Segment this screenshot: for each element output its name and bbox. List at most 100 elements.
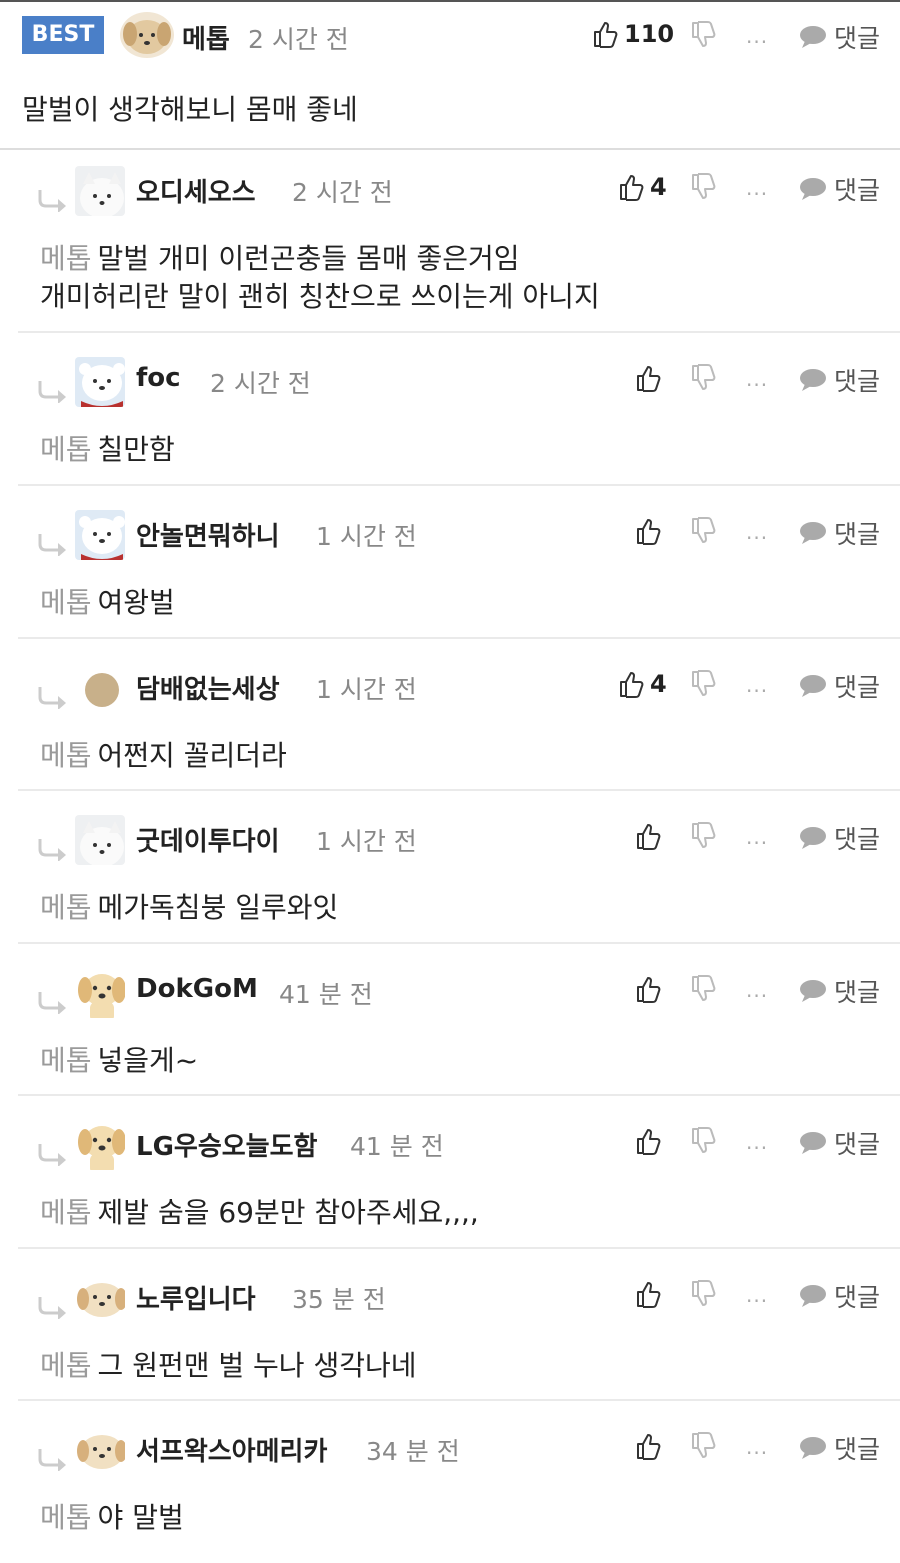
thumbs-down-icon [692,364,716,390]
more-options-icon[interactable]: ··· [746,1136,768,1160]
speech-bubble-icon [800,827,826,849]
comment-time: 1 시간 전 [316,522,417,551]
comment-author[interactable]: 서프왁스아메리카 [136,1431,327,1468]
comment-body: 메톱 제발 숨을 69분만 참아주세요,,,, [40,1194,479,1232]
avatar[interactable] [75,166,125,216]
like-button[interactable]: 4 [618,172,667,202]
reply-button[interactable]: 댓글 [798,820,880,856]
more-options-icon[interactable]: ··· [746,373,768,397]
divider [18,1247,900,1249]
reply-arrow-icon [38,1297,66,1319]
dislike-button[interactable] [690,1127,716,1159]
more-options-icon[interactable]: ··· [746,526,768,550]
dislike-button[interactable] [690,822,716,854]
like-button[interactable] [635,1126,667,1156]
like-button[interactable] [635,363,667,393]
comment-body: 메톱 야 말벌 [40,1499,184,1537]
comment-author[interactable]: 담배없는세상 [136,669,280,706]
puppy-face-avatar-icon [75,1425,125,1475]
mention[interactable]: 메톱 [40,1196,92,1229]
more-options-icon[interactable]: ··· [746,831,768,855]
avatar[interactable] [75,968,125,1018]
comment-author[interactable]: foc [136,363,181,393]
more-options-icon[interactable]: ··· [746,1441,768,1465]
reply-button[interactable]: 댓글 [798,362,880,398]
like-count: 4 [650,670,667,698]
like-button[interactable] [635,1279,667,1309]
reply-button[interactable]: 댓글 [798,1278,880,1314]
comment-author[interactable]: 노루입니다 [136,1279,256,1316]
avatar[interactable] [75,815,125,865]
avatar[interactable] [75,510,125,560]
mention[interactable]: 메톱 [40,891,92,924]
speech-bubble-icon [800,1132,826,1154]
reply-arrow-icon [38,534,66,556]
mention[interactable]: 메톱 [40,242,92,275]
comment-text-line: 여왕벌 [97,586,175,619]
reply-button[interactable]: 댓글 [798,668,880,704]
dislike-button[interactable] [690,21,716,53]
mention[interactable]: 메톱 [40,1349,92,1382]
comment-author[interactable]: 안놀면뭐하니 [136,516,280,553]
like-button[interactable] [635,821,667,851]
mention[interactable]: 메톱 [40,739,92,772]
avatar[interactable] [75,663,125,713]
like-button[interactable]: 110 [592,19,674,49]
more-options-icon[interactable]: ··· [746,984,768,1008]
reply-label: 댓글 [834,1435,881,1464]
dislike-button[interactable] [690,173,716,205]
avatar[interactable] [75,1120,125,1170]
like-button[interactable]: 4 [618,669,667,699]
dislike-button[interactable] [690,670,716,702]
reply-button[interactable]: 댓글 [798,515,880,551]
reply-button[interactable]: 댓글 [798,1430,880,1466]
divider [18,1094,900,1096]
speech-bubble-icon [800,522,826,544]
like-button[interactable] [635,516,667,546]
thumbs-up-icon [637,977,661,1003]
thumbs-up-icon [637,366,661,392]
reply-button[interactable]: 댓글 [798,19,880,55]
white-dog-avatar-icon [75,815,125,865]
more-options-icon[interactable]: ··· [746,679,768,703]
reply-arrow-icon [38,190,66,212]
mention[interactable]: 메톱 [40,586,92,619]
dislike-button[interactable] [690,1280,716,1312]
comment-author[interactable]: 오디세오스 [136,172,256,209]
more-options-icon[interactable]: ··· [746,30,768,54]
dislike-button[interactable] [690,1432,716,1464]
reply-button[interactable]: 댓글 [798,973,880,1009]
dislike-button[interactable] [690,975,716,1007]
puppy-avatar-icon [120,12,174,58]
avatar[interactable] [75,1273,125,1323]
reply-button[interactable]: 댓글 [798,171,880,207]
mention[interactable]: 메톱 [40,1501,92,1534]
avatar[interactable] [75,1425,125,1475]
reply-comment: 서프왁스아메리카 34 분 전 ··· 댓글 메톱 야 말벌 [0,1411,900,1563]
reply-arrow-icon [38,687,66,709]
more-options-icon[interactable]: ··· [746,1289,768,1313]
like-button[interactable] [635,1431,667,1461]
comment-author[interactable]: 메톱 [182,19,230,56]
dislike-button[interactable] [690,364,716,396]
thumbs-down-icon [692,1280,716,1306]
comment-author[interactable]: DokGoM [136,974,258,1004]
avatar[interactable] [120,12,174,58]
comment-body: 메톱 넣을게~ [40,1042,198,1080]
comment-author[interactable]: LG우승오늘도함 [136,1126,317,1163]
like-button[interactable] [635,974,667,1004]
thumbs-up-icon [637,1434,661,1460]
mention[interactable]: 메톱 [40,433,92,466]
dislike-button[interactable] [690,517,716,549]
comment-time: 2 시간 전 [248,25,349,54]
speech-bubble-icon [800,26,826,48]
comment-author[interactable]: 굿데이투다이 [136,821,280,858]
avatar[interactable] [75,357,125,407]
reply-arrow-icon [38,992,66,1014]
mention[interactable]: 메톱 [40,1044,92,1077]
more-options-icon[interactable]: ··· [746,182,768,206]
white-dog-avatar-icon [75,166,125,216]
tan-circle-avatar-icon [75,663,125,713]
reply-arrow-icon [38,1449,66,1471]
reply-button[interactable]: 댓글 [798,1125,880,1161]
